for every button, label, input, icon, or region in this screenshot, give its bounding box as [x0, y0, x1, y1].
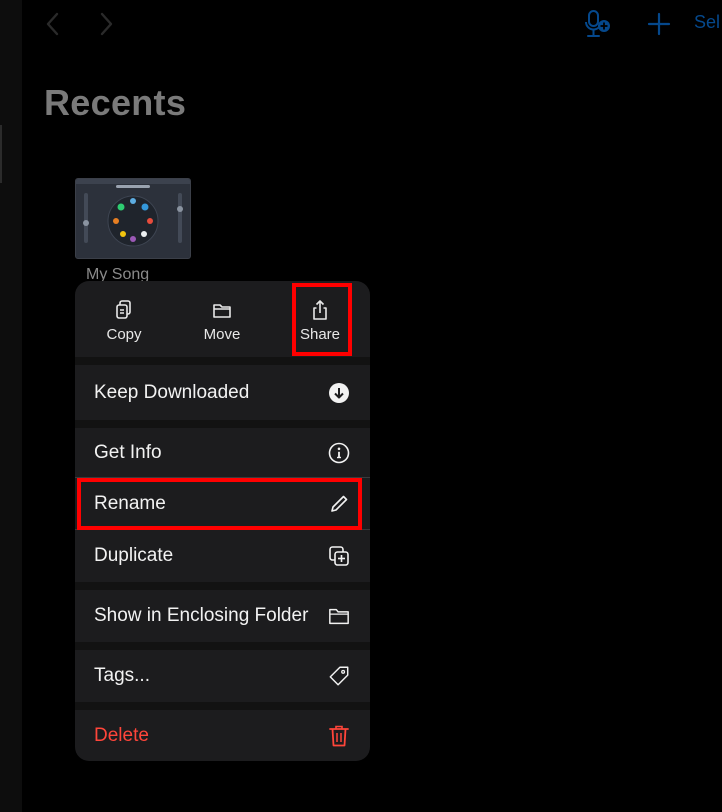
get-info-label: Get Info — [94, 441, 162, 463]
move-button[interactable]: Move — [173, 281, 271, 357]
duplicate-label: Duplicate — [94, 545, 174, 566]
divider — [75, 420, 370, 428]
divider — [75, 702, 370, 710]
duplicate-icon — [328, 545, 350, 567]
share-label: Share — [299, 326, 341, 343]
delete-item[interactable]: Delete — [75, 710, 370, 761]
pencil-icon — [328, 493, 350, 515]
folder-icon — [213, 304, 231, 318]
back-button[interactable] — [38, 10, 66, 38]
show-in-enclosing-folder-item[interactable]: Show in Enclosing Folder — [75, 590, 370, 642]
show-in-enclosing-folder-label: Show in Enclosing Folder — [94, 605, 309, 626]
divider — [75, 642, 370, 650]
rename-label: Rename — [94, 492, 166, 514]
share-button[interactable]: Share — [271, 281, 369, 357]
quick-actions-row: Copy Move Share — [75, 281, 370, 357]
share-icon — [313, 300, 327, 320]
sidebar-handle — [0, 125, 2, 183]
tags-item[interactable]: Tags... — [75, 650, 370, 702]
context-menu: Copy Move Share Keep Downloaded Get Info… — [75, 281, 370, 761]
microphone-plus-icon — [585, 10, 610, 37]
copy-icon — [116, 300, 131, 319]
info-circle-icon — [328, 442, 350, 464]
trash-icon — [328, 725, 350, 747]
document-thumbnail[interactable] — [75, 178, 191, 259]
add-button[interactable] — [645, 10, 673, 38]
keep-downloaded-item[interactable]: Keep Downloaded — [75, 365, 370, 420]
divider — [75, 357, 370, 365]
delete-label: Delete — [94, 724, 149, 746]
chevron-left-icon — [46, 12, 59, 36]
song-thumbnail-image — [76, 179, 190, 258]
forward-button[interactable] — [93, 10, 121, 38]
copy-label: Copy — [106, 326, 142, 343]
select-button[interactable]: Sel — [694, 12, 720, 33]
chevron-right-icon — [100, 12, 113, 36]
page-title: Recents — [44, 82, 187, 123]
tags-label: Tags... — [94, 665, 150, 686]
record-voice-button[interactable] — [582, 8, 612, 40]
rename-item[interactable]: Rename — [75, 478, 370, 529]
download-circle-icon — [328, 382, 350, 404]
duplicate-item[interactable]: Duplicate — [75, 530, 370, 582]
folder-icon — [328, 605, 350, 627]
plus-icon — [647, 12, 671, 36]
get-info-item[interactable]: Get Info — [75, 428, 370, 477]
divider — [75, 582, 370, 590]
copy-button[interactable]: Copy — [75, 281, 173, 357]
sidebar-edge — [0, 0, 22, 812]
move-label: Move — [203, 326, 241, 343]
keep-downloaded-label: Keep Downloaded — [94, 381, 250, 403]
tag-icon — [328, 665, 350, 687]
